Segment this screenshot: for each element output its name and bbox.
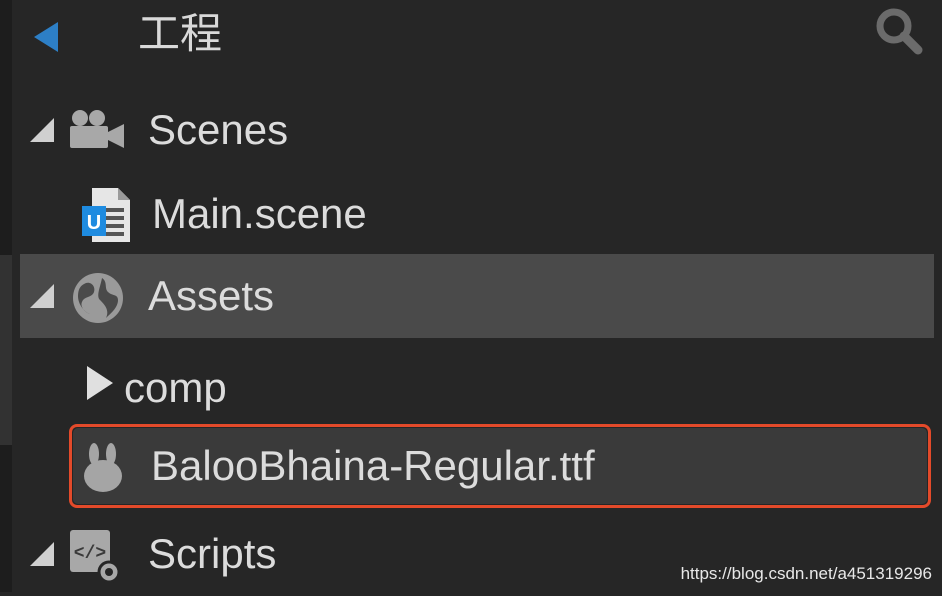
collapse-triangle-icon[interactable] [28, 282, 56, 310]
tree-item-label: Assets [148, 272, 275, 319]
collapse-triangle-icon[interactable] [28, 116, 56, 144]
tree-item-label: BalooBhaina-Regular.ttf [151, 442, 595, 489]
tree-item-font-file[interactable]: BalooBhaina-Regular.ttf [73, 426, 927, 510]
back-arrow-icon [34, 22, 58, 52]
search-button[interactable] [874, 6, 924, 56]
panel-header: 工程 [12, 0, 942, 82]
tree-item-label: Scripts [148, 530, 277, 577]
tree-item-label: Scenes [148, 106, 289, 153]
resize-grip[interactable] [0, 255, 12, 445]
back-button[interactable] [32, 20, 62, 54]
globe-icon [73, 273, 123, 323]
svg-text:</>: </> [74, 544, 106, 564]
tree-item-label: Main.scene [152, 190, 367, 237]
camera-icon [70, 110, 124, 148]
tree-item-scenes[interactable]: Scenes [20, 88, 934, 172]
tree-item-label: comp [124, 364, 227, 411]
svg-text:U: U [87, 212, 101, 234]
tree-item-assets[interactable]: Assets [20, 254, 934, 338]
search-icon [876, 8, 923, 55]
panel-title: 工程 [138, 9, 223, 58]
tree-item-comp[interactable]: comp [20, 342, 934, 426]
font-bunny-icon [84, 443, 122, 492]
script-gear-icon: </> [70, 530, 121, 584]
expand-triangle-icon[interactable] [85, 364, 115, 402]
scene-file-icon: U [82, 188, 130, 242]
watermark-text: https://blog.csdn.net/a451319296 [680, 564, 932, 583]
collapse-triangle-icon[interactable] [28, 540, 56, 568]
panel-left-edge [0, 0, 12, 592]
tree-item-main-scene[interactable]: U Main.scene [20, 172, 934, 256]
